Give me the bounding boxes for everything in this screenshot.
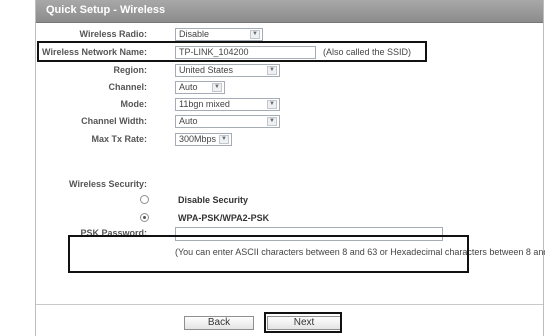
wpa-psk-label: WPA-PSK/WPA2-PSK <box>178 213 270 223</box>
channel-width-select[interactable]: Auto ▼ <box>175 115 280 128</box>
security-option-disable[interactable]: Disable Security <box>36 194 543 210</box>
region-value: United States <box>179 65 234 75</box>
disable-security-radio[interactable] <box>140 195 149 204</box>
wireless-radio-label: Wireless Radio: <box>79 29 147 39</box>
title-bar: Quick Setup - Wireless <box>36 0 543 23</box>
chevron-down-icon: ▼ <box>267 66 277 75</box>
chevron-down-icon: ▼ <box>267 100 277 109</box>
wpa-psk-radio[interactable] <box>140 213 149 222</box>
ssid-highlight <box>37 41 427 62</box>
mode-value: 11bgn mixed <box>179 99 230 109</box>
security-option-wpa[interactable]: WPA-PSK/WPA2-PSK <box>36 212 543 228</box>
channel-width-value: Auto <box>179 116 198 126</box>
channel-width-label: Channel Width: <box>81 116 147 126</box>
disable-security-label: Disable Security <box>178 195 249 205</box>
region-select[interactable]: United States ▼ <box>175 64 280 77</box>
chevron-down-icon: ▼ <box>212 83 222 92</box>
channel-label: Channel: <box>108 82 147 92</box>
max-tx-rate-value: 300Mbps <box>179 134 217 144</box>
mode-select[interactable]: 11bgn mixed ▼ <box>175 98 280 111</box>
channel-width-row: Channel Width: Auto ▼ <box>36 115 543 131</box>
region-label: Region: <box>113 65 148 75</box>
max-tx-rate-select[interactable]: 300Mbps ▼ <box>175 133 232 146</box>
channel-value: Auto <box>179 82 198 92</box>
wireless-radio-value: Disable <box>179 29 210 39</box>
region-row: Region: United States ▼ <box>36 64 543 80</box>
chevron-down-icon: ▼ <box>267 117 277 126</box>
page-title: Quick Setup - Wireless <box>46 4 166 16</box>
chevron-down-icon: ▼ <box>250 30 260 39</box>
next-button-highlight <box>264 312 342 333</box>
mode-label: Mode: <box>120 99 148 109</box>
mode-row: Mode: 11bgn mixed ▼ <box>36 98 543 114</box>
wireless-security-row: Wireless Security: <box>36 178 543 194</box>
security-highlight <box>68 235 469 273</box>
divider <box>36 304 543 305</box>
max-tx-rate-row: Max Tx Rate: 300Mbps ▼ <box>36 133 543 149</box>
channel-select[interactable]: Auto ▼ <box>175 81 225 94</box>
back-button[interactable]: Back <box>184 316 254 330</box>
channel-row: Channel: Auto ▼ <box>36 81 543 97</box>
chevron-down-icon: ▼ <box>219 135 229 144</box>
wireless-radio-select[interactable]: Disable ▼ <box>175 28 263 41</box>
max-tx-rate-label: Max Tx Rate: <box>91 134 147 144</box>
wireless-security-label: Wireless Security: <box>69 179 147 189</box>
